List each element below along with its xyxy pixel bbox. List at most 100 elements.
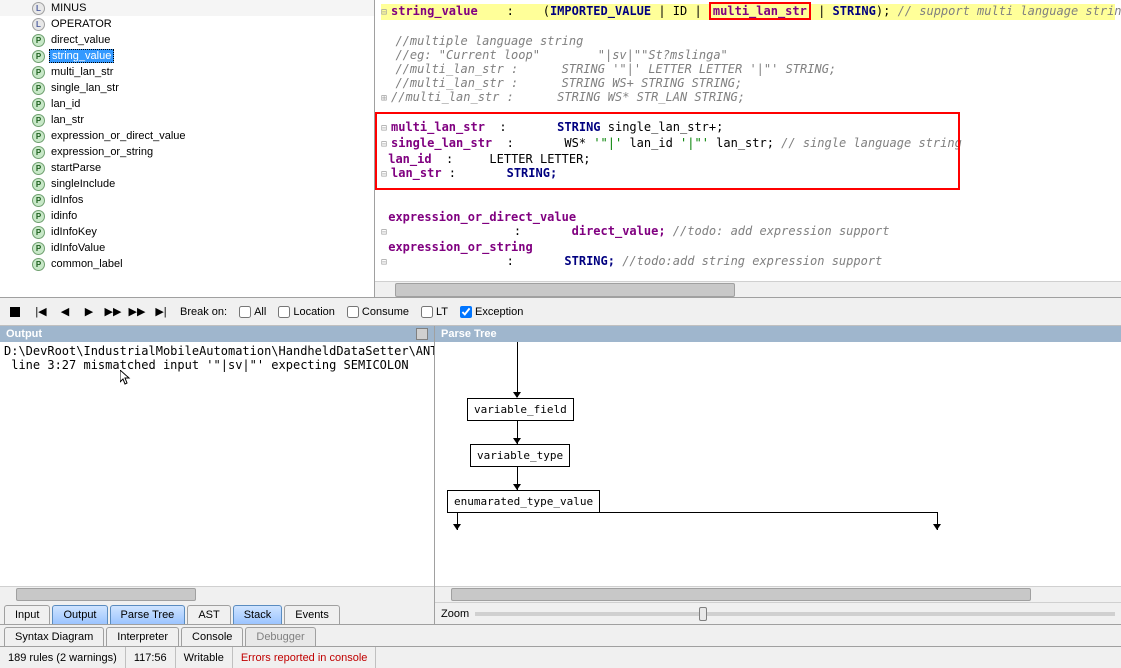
code-editor[interactable]: ⊟string_value : (IMPORTED_VALUE | ID | m…	[375, 0, 1121, 297]
tree-item-label: single_lan_str	[49, 82, 121, 94]
tree-item-multi_lan_str[interactable]: Pmulti_lan_str	[0, 64, 374, 80]
step-end-button[interactable]: ▶|	[154, 305, 168, 319]
tree-item-label: startParse	[49, 162, 103, 174]
tree-item-label: idInfoValue	[49, 242, 107, 254]
output-h-scrollbar[interactable]	[0, 586, 434, 602]
tree-node[interactable]: variable_field	[467, 398, 574, 421]
tab-stack[interactable]: Stack	[233, 605, 283, 624]
step-back-start-button[interactable]: |◀	[34, 305, 48, 319]
lexer-rule-icon: L	[32, 2, 45, 15]
tree-item-string_value[interactable]: Pstring_value	[0, 48, 374, 64]
parser-rule-icon: P	[32, 146, 45, 159]
tree-item-label: idinfo	[49, 210, 79, 222]
step-back-button[interactable]: ◀	[58, 305, 72, 319]
editor-h-scrollbar[interactable]	[375, 281, 1121, 297]
zoom-label: Zoom	[441, 608, 469, 620]
tree-item-MINUS[interactable]: L MINUS	[0, 0, 374, 16]
parser-rule-icon: P	[32, 130, 45, 143]
tree-item-expression_or_direct_value[interactable]: Pexpression_or_direct_value	[0, 128, 374, 144]
parser-rule-icon: P	[32, 178, 45, 191]
status-rules: 189 rules (2 warnings)	[0, 647, 126, 668]
parser-rule-icon: P	[32, 114, 45, 127]
tree-item-singleInclude[interactable]: PsingleInclude	[0, 176, 374, 192]
tree-item-OPERATOR[interactable]: L OPERATOR	[0, 16, 374, 32]
break-on-label: Break on:	[180, 306, 227, 318]
tree-item-label: idInfoKey	[49, 226, 99, 238]
tab-ast[interactable]: AST	[187, 605, 230, 624]
parser-rule-icon: P	[32, 258, 45, 271]
tree-item-label: common_label	[49, 258, 125, 270]
tree-item-direct_value[interactable]: Pdirect_value	[0, 32, 374, 48]
stop-button[interactable]	[8, 305, 22, 319]
tree-node[interactable]: enumarated_type_value	[447, 490, 600, 513]
tree-item-label: expression_or_direct_value	[49, 130, 188, 142]
parser-rule-icon: P	[32, 242, 45, 255]
rule-tree[interactable]: LMINUSLOPERATORPdirect_valuePstring_valu…	[0, 0, 375, 297]
tree-item-lan_str[interactable]: Plan_str	[0, 112, 374, 128]
tab-events[interactable]: Events	[284, 605, 340, 624]
parser-rule-icon: P	[32, 226, 45, 239]
zoom-slider[interactable]	[475, 612, 1115, 616]
tree-item-label: direct_value	[49, 34, 112, 46]
tree-item-startParse[interactable]: PstartParse	[0, 160, 374, 176]
rule-name: string_value	[391, 4, 478, 18]
break-exception-checkbox[interactable]: Exception	[460, 306, 523, 318]
tree-item-lan_id[interactable]: Plan_id	[0, 96, 374, 112]
tab-input[interactable]: Input	[4, 605, 50, 624]
output-tabs: Input Output Parse Tree AST Stack Events	[0, 602, 434, 624]
debug-toolbar: |◀ ◀ ▶ ▶▶ ▶▶ ▶| Break on: All Location C…	[0, 298, 1121, 326]
parsetree-pane-title: Parse Tree	[435, 326, 1121, 342]
tab-debugger[interactable]: Debugger	[245, 627, 315, 646]
tree-item-single_lan_str[interactable]: Psingle_lan_str	[0, 80, 374, 96]
status-errors: Errors reported in console	[233, 647, 377, 668]
parser-rule-icon: P	[32, 210, 45, 223]
parsetree-canvas[interactable]: variable_field variable_type enumarated_…	[435, 342, 1121, 586]
bottom-tabs: Syntax Diagram Interpreter Console Debug…	[0, 624, 1121, 646]
tab-parsetree[interactable]: Parse Tree	[110, 605, 186, 624]
parser-rule-icon: P	[32, 50, 45, 63]
tab-console[interactable]: Console	[181, 627, 243, 646]
output-pane-title: Output	[0, 326, 434, 342]
tree-item-label: MINUS	[49, 2, 88, 14]
tree-item-label: lan_str	[49, 114, 86, 126]
output-console[interactable]: D:\DevRoot\IndustrialMobileAutomation\Ha…	[0, 342, 434, 586]
detach-icon[interactable]	[416, 328, 428, 340]
tree-item-label: OPERATOR	[49, 18, 114, 30]
parser-rule-icon: P	[32, 194, 45, 207]
tree-item-label: idInfos	[49, 194, 85, 206]
tree-item-idinfo[interactable]: Pidinfo	[0, 208, 374, 224]
tab-output[interactable]: Output	[52, 605, 107, 624]
tab-interpreter[interactable]: Interpreter	[106, 627, 179, 646]
parser-rule-icon: P	[32, 162, 45, 175]
tab-syntax-diagram[interactable]: Syntax Diagram	[4, 627, 104, 646]
fast-forward2-button[interactable]: ▶▶	[130, 305, 144, 319]
break-consume-checkbox[interactable]: Consume	[347, 306, 409, 318]
tree-item-label: string_value	[49, 49, 114, 63]
tree-item-label: multi_lan_str	[49, 66, 115, 78]
parser-rule-icon: P	[32, 66, 45, 79]
lexer-rule-icon: L	[32, 18, 45, 31]
step-forward-button[interactable]: ▶	[82, 305, 96, 319]
status-mode: Writable	[176, 647, 233, 668]
parser-rule-icon: P	[32, 98, 45, 111]
break-all-checkbox[interactable]: All	[239, 306, 266, 318]
parser-rule-icon: P	[32, 82, 45, 95]
tree-item-label: expression_or_string	[49, 146, 155, 158]
status-position: 117:56	[126, 647, 176, 668]
tree-item-label: singleInclude	[49, 178, 117, 190]
cursor-icon	[120, 370, 132, 386]
parsetree-h-scrollbar[interactable]	[435, 586, 1121, 602]
tree-item-idInfoValue[interactable]: PidInfoValue	[0, 240, 374, 256]
tree-item-common_label[interactable]: Pcommon_label	[0, 256, 374, 272]
tree-item-label: lan_id	[49, 98, 82, 110]
tree-item-idInfoKey[interactable]: PidInfoKey	[0, 224, 374, 240]
parser-rule-icon: P	[32, 34, 45, 47]
fast-forward-button[interactable]: ▶▶	[106, 305, 120, 319]
break-lt-checkbox[interactable]: LT	[421, 306, 448, 318]
tree-item-idInfos[interactable]: PidInfos	[0, 192, 374, 208]
highlight-box-small: multi_lan_str	[709, 2, 811, 20]
break-location-checkbox[interactable]: Location	[278, 306, 335, 318]
status-bar: 189 rules (2 warnings) 117:56 Writable E…	[0, 646, 1121, 668]
tree-node[interactable]: variable_type	[470, 444, 570, 467]
tree-item-expression_or_string[interactable]: Pexpression_or_string	[0, 144, 374, 160]
